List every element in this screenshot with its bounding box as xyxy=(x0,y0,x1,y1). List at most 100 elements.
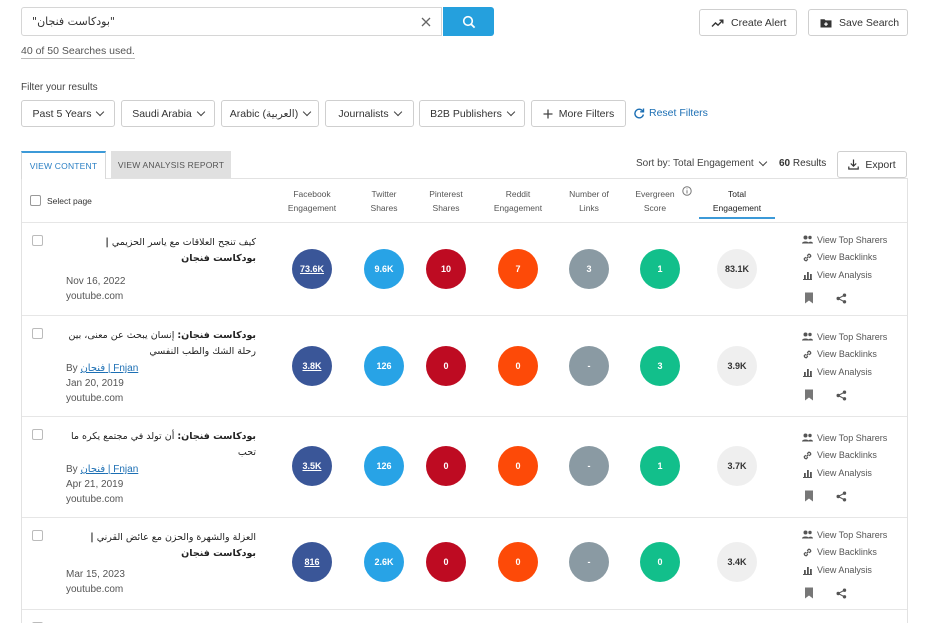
view-backlinks-link[interactable]: View Backlinks xyxy=(802,346,887,364)
row-title[interactable]: العزلة والشهرة والحزن مع عائض القرني | ب… xyxy=(66,530,256,562)
column-reddit-engagement[interactable]: Reddit Engagement xyxy=(487,187,549,215)
bookmark-icon[interactable] xyxy=(804,292,814,304)
table-row: كيف تنجح العلاقات مع ياسر الحزيمي | بودك… xyxy=(22,223,907,316)
row-checkbox[interactable] xyxy=(32,235,43,246)
search-icon xyxy=(462,15,475,28)
evergreen-score-badge: 3 xyxy=(640,346,680,386)
row-author-link[interactable]: فنجان | Fnjan xyxy=(80,363,138,374)
facebook-engagement-badge[interactable]: 3.5K xyxy=(292,446,332,486)
link-icon xyxy=(803,350,812,359)
view-backlinks-link[interactable]: View Backlinks xyxy=(802,249,887,267)
filter-journalists-label: Journalists xyxy=(338,107,389,120)
select-page[interactable]: Select page xyxy=(30,195,92,206)
column-total-engagement[interactable]: Total Engagement xyxy=(699,187,775,219)
table-row: بودكاست فنجان: أن تولد في مجتمع يكره ما … xyxy=(22,417,907,518)
row-title[interactable]: بودكاست فنجان: إنسان يبحث عن معنى، بين ر… xyxy=(66,328,256,360)
facebook-engagement-badge[interactable]: 3.8K xyxy=(292,346,332,386)
view-top-sharers-link[interactable]: View Top Sharers xyxy=(802,328,887,346)
row-date: Apr 21, 2019 xyxy=(66,479,124,490)
create-alert-button[interactable]: Create Alert xyxy=(699,9,797,36)
filter-journalists[interactable]: Journalists xyxy=(325,100,414,127)
view-analysis-link[interactable]: View Analysis xyxy=(802,363,887,381)
share-icon[interactable] xyxy=(836,491,847,502)
row-author-link[interactable]: فنجان | Fnjan xyxy=(80,464,138,475)
row-actions: View Top Sharers View Backlinks View Ana… xyxy=(802,328,887,404)
column-evergreen-score[interactable]: Evergreen Score xyxy=(625,187,685,215)
view-top-sharers-link[interactable]: View Top Sharers xyxy=(802,231,887,249)
save-search-label: Save Search xyxy=(839,16,900,29)
view-top-sharers-link[interactable]: View Top Sharers xyxy=(802,526,887,544)
results-table: Select page Facebook Engagement Twitter Sh… xyxy=(21,178,908,623)
table-row: بودكاست فنجان: إنسان يبحث عن معنى، بين ر… xyxy=(22,316,907,417)
sort-dropdown[interactable]: Sort by: Total Engagement xyxy=(636,157,767,169)
view-analysis-link[interactable]: View Analysis xyxy=(802,266,887,284)
export-button[interactable]: Export xyxy=(837,151,907,178)
row-title[interactable]: كيف تنجح العلاقات مع ياسر الحزيمي | بودك… xyxy=(66,235,256,267)
row-checkbox[interactable] xyxy=(32,429,43,440)
view-analysis-link[interactable]: View Analysis xyxy=(802,464,887,482)
trend-up-icon xyxy=(711,19,724,27)
filter-country-label: Saudi Arabia xyxy=(132,107,192,120)
save-search-button[interactable]: Save Search xyxy=(808,9,908,36)
view-backlinks-link[interactable]: View Backlinks xyxy=(802,544,887,562)
search-input[interactable] xyxy=(22,8,402,35)
view-analysis-link[interactable]: View Analysis xyxy=(802,561,887,579)
bookmark-icon[interactable] xyxy=(804,389,814,401)
refresh-icon xyxy=(634,108,645,119)
row-title[interactable]: بودكاست فنجان: أن تولد في مجتمع يكره ما … xyxy=(66,429,256,461)
column-pinterest-shares[interactable]: Pinterest Shares xyxy=(416,187,476,215)
view-top-sharers-label: View Top Sharers xyxy=(817,331,888,342)
filter-date-range[interactable]: Past 5 Years xyxy=(21,100,115,127)
column-total-line1: Total xyxy=(728,189,746,199)
search-bar[interactable] xyxy=(21,7,442,36)
column-reddit-line1: Reddit xyxy=(505,189,531,199)
select-page-label: Select page xyxy=(47,195,92,206)
more-filters-button[interactable]: More Filters xyxy=(531,100,626,127)
filter-publishers[interactable]: B2B Publishers xyxy=(419,100,525,127)
pinterest-shares-badge: 0 xyxy=(426,346,466,386)
filter-language[interactable]: Arabic (العربية) xyxy=(221,100,319,127)
link-icon xyxy=(803,548,812,557)
row-date: Jan 20, 2019 xyxy=(66,378,124,389)
share-icon[interactable] xyxy=(836,390,847,401)
bookmark-icon[interactable] xyxy=(804,490,814,502)
facebook-engagement-badge[interactable]: 816 xyxy=(292,542,332,582)
row-actions: View Top Sharers View Backlinks View Ana… xyxy=(802,231,887,307)
tab-view-analysis-report[interactable]: VIEW ANALYSIS REPORT xyxy=(111,151,231,179)
close-icon[interactable] xyxy=(419,15,433,29)
share-icon[interactable] xyxy=(836,588,847,599)
facebook-engagement-badge[interactable]: 73.6K xyxy=(292,249,332,289)
row-checkbox[interactable] xyxy=(32,328,43,339)
column-pinterest-line1: Pinterest xyxy=(429,189,463,199)
view-backlinks-label: View Backlinks xyxy=(817,547,877,558)
row-domain: youtube.com xyxy=(66,494,124,505)
bookmark-icon[interactable] xyxy=(804,587,814,599)
links-badge: 3 xyxy=(569,249,609,289)
results-count: 60 Results xyxy=(779,158,826,169)
more-filters-label: More Filters xyxy=(558,107,615,120)
links-badge: - xyxy=(569,446,609,486)
sort-label: Sort by: Total Engagement xyxy=(636,158,754,169)
row-domain: youtube.com xyxy=(66,393,124,404)
twitter-shares-badge: 9.6K xyxy=(364,249,404,289)
download-icon xyxy=(848,159,860,170)
results-number: 60 xyxy=(779,158,791,169)
row-checkbox[interactable] xyxy=(32,530,43,541)
search-button[interactable] xyxy=(443,7,494,36)
view-top-sharers-link[interactable]: View Top Sharers xyxy=(802,429,887,447)
column-twitter-shares[interactable]: Twitter Shares xyxy=(354,187,414,215)
filter-label: Filter your results xyxy=(21,82,98,93)
view-backlinks-link[interactable]: View Backlinks xyxy=(802,447,887,465)
reset-filters-button[interactable]: Reset Filters xyxy=(633,107,708,119)
tab-view-content[interactable]: VIEW CONTENT xyxy=(21,151,106,179)
share-icon[interactable] xyxy=(836,293,847,304)
row-title-text: العزلة والشهرة والحزن مع عائض القرني xyxy=(96,532,256,543)
filter-country[interactable]: Saudi Arabia xyxy=(121,100,215,127)
total-engagement-badge: 3.7K xyxy=(717,446,757,486)
column-number-of-links[interactable]: Number of Links xyxy=(559,187,619,215)
chevron-down-icon xyxy=(393,107,402,116)
info-icon[interactable] xyxy=(682,186,692,196)
column-facebook-engagement[interactable]: Facebook Engagement xyxy=(282,187,342,215)
link-icon xyxy=(803,253,812,262)
select-page-checkbox[interactable] xyxy=(30,195,41,206)
